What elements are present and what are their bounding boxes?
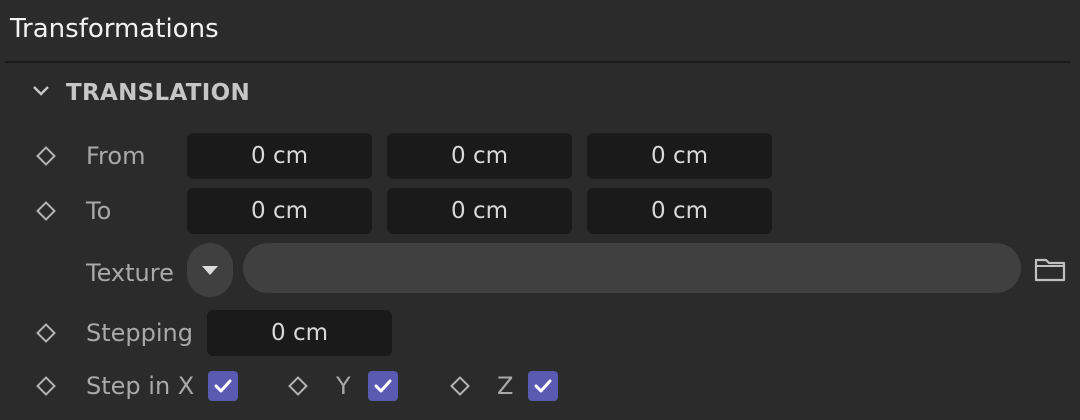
to-x-field[interactable]: 0 cm bbox=[187, 188, 372, 234]
section-translation-label[interactable]: TRANSLATION bbox=[66, 78, 250, 108]
keyframe-diamond-icon[interactable] bbox=[36, 146, 56, 166]
to-z-field[interactable]: 0 cm bbox=[587, 188, 772, 234]
folder-icon[interactable] bbox=[1034, 256, 1066, 282]
keyframe-diamond-icon[interactable] bbox=[36, 376, 56, 396]
chevron-down-icon[interactable] bbox=[30, 80, 52, 102]
from-label: From bbox=[86, 142, 146, 170]
step-y-checkbox[interactable] bbox=[368, 371, 398, 401]
step-z-checkbox[interactable] bbox=[528, 371, 558, 401]
to-y-field[interactable]: 0 cm bbox=[387, 188, 572, 234]
caret-down-icon bbox=[202, 266, 218, 275]
keyframe-diamond-icon[interactable] bbox=[450, 376, 470, 396]
texture-label: Texture bbox=[86, 259, 174, 287]
stepping-label: Stepping bbox=[86, 319, 193, 347]
keyframe-diamond-icon[interactable] bbox=[36, 201, 56, 221]
from-y-field[interactable]: 0 cm bbox=[387, 133, 572, 179]
panel-title: Transformations bbox=[10, 14, 219, 44]
texture-link-field[interactable] bbox=[243, 243, 1021, 293]
step-z-label: Z bbox=[497, 372, 514, 400]
checkmark-icon bbox=[214, 379, 232, 393]
step-y-label: Y bbox=[336, 372, 351, 400]
checkmark-icon bbox=[374, 379, 392, 393]
step-x-checkbox[interactable] bbox=[208, 371, 238, 401]
checkmark-icon bbox=[534, 379, 552, 393]
from-z-field[interactable]: 0 cm bbox=[587, 133, 772, 179]
step-in-x-label: Step in X bbox=[86, 372, 195, 400]
keyframe-diamond-icon[interactable] bbox=[288, 376, 308, 396]
title-divider bbox=[5, 61, 1071, 63]
texture-dropdown-button[interactable] bbox=[187, 243, 233, 297]
keyframe-diamond-icon[interactable] bbox=[36, 323, 56, 343]
to-label: To bbox=[86, 197, 112, 225]
stepping-field[interactable]: 0 cm bbox=[207, 310, 392, 356]
from-x-field[interactable]: 0 cm bbox=[187, 133, 372, 179]
